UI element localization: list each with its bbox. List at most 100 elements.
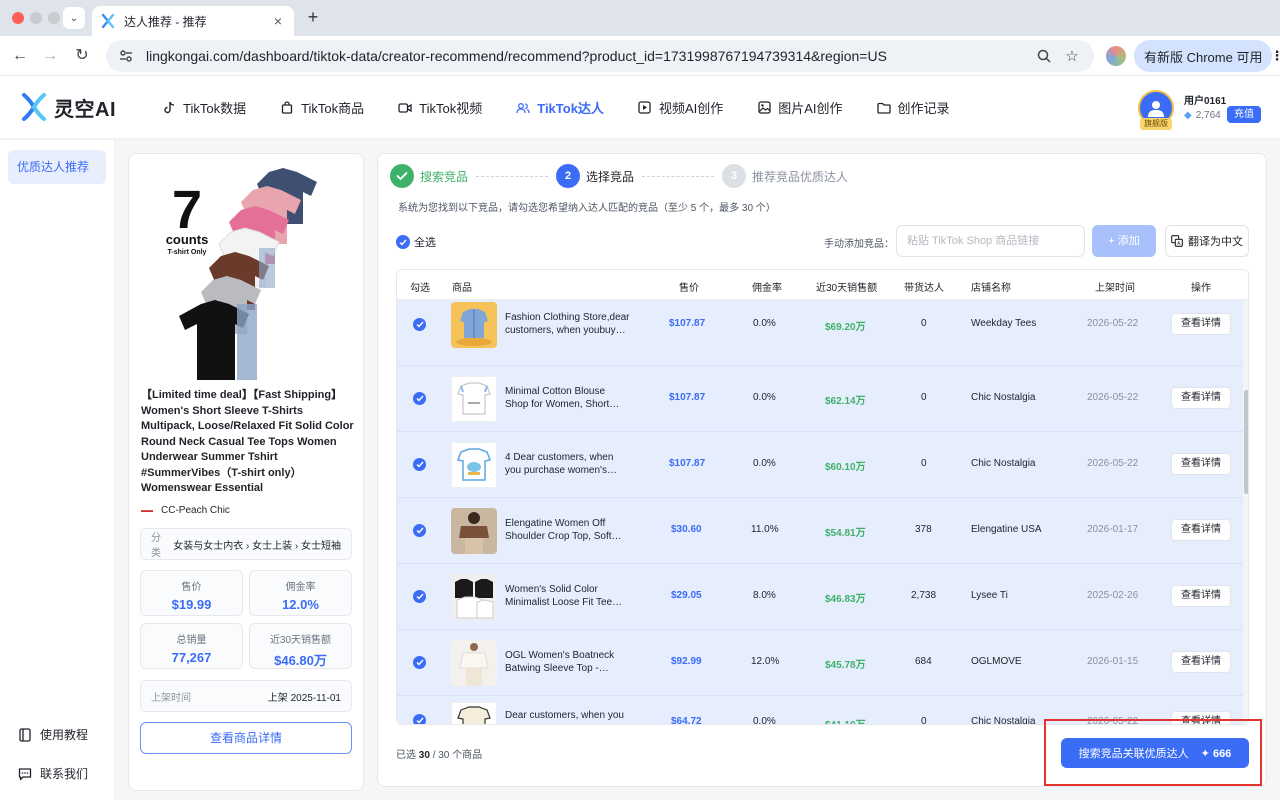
- nav-tiktok-products[interactable]: TikTok商品: [280, 98, 364, 117]
- select-all-checkbox[interactable]: 全选: [396, 234, 436, 250]
- creators-cell: 2,738: [911, 590, 937, 601]
- new-tab-button[interactable]: +: [302, 6, 324, 28]
- product-name[interactable]: Elengatine Women Off Shoulder Crop Top, …: [505, 517, 645, 543]
- app-logo[interactable]: 灵空AI: [20, 92, 116, 122]
- row-checkbox-checked-icon[interactable]: [413, 656, 426, 669]
- reload-icon[interactable]: ↻: [72, 46, 92, 66]
- listed-date-cell: 2026-05-22: [1087, 318, 1139, 329]
- product-name-line-1: Fashion Clothing Store,dear: [505, 312, 630, 323]
- product-thumbnail: [451, 302, 497, 348]
- selected-suffix: / 30 个商品: [432, 750, 483, 761]
- sidebar-link-label: 使用教程: [40, 728, 89, 742]
- product-name[interactable]: OGL Women's Boatneck Batwing Sleeve Top …: [505, 649, 645, 675]
- stat-value: $46.80万: [274, 653, 327, 668]
- browser-tab[interactable]: 达人推荐 - 推荐 ×: [92, 6, 294, 36]
- site-settings-icon[interactable]: [118, 48, 134, 64]
- table-scrollbar[interactable]: [1243, 300, 1248, 724]
- profile-avatar-icon[interactable]: [1106, 46, 1126, 66]
- add-product-button[interactable]: + 添加: [1092, 225, 1156, 257]
- view-product-detail-button[interactable]: 查看商品详情: [140, 722, 352, 754]
- product-thumbnail: [451, 640, 497, 686]
- row-checkbox-checked-icon[interactable]: [413, 392, 426, 405]
- table-row[interactable]: Elengatine Women Off Shoulder Crop Top, …: [397, 498, 1243, 564]
- row-checkbox-checked-icon[interactable]: [413, 318, 426, 331]
- commission-cell: 12.0%: [751, 656, 780, 667]
- translate-button[interactable]: A 翻译为中文: [1165, 225, 1249, 257]
- view-details-button[interactable]: 查看详情: [1171, 585, 1231, 607]
- more-menu-icon[interactable]: ⋮: [1270, 48, 1280, 64]
- sidebar-item-tutorial[interactable]: 使用教程: [18, 726, 88, 743]
- table-row[interactable]: Women's Solid Color Minimalist Loose Fit…: [397, 564, 1243, 630]
- minimize-window-button[interactable]: [30, 12, 42, 24]
- row-checkbox-checked-icon[interactable]: [413, 590, 426, 603]
- product-name[interactable]: Dear customers, when you: [505, 709, 645, 722]
- lingkong-favicon-icon: [101, 13, 115, 29]
- creators-cell: 0: [921, 716, 927, 725]
- product-name-line-1: 4 Dear customers, when: [505, 452, 614, 463]
- nav-tiktok-creators[interactable]: TikTok达人: [516, 98, 604, 117]
- nav-tiktok-data[interactable]: TikTok数据: [162, 98, 246, 117]
- stat-label: 总销量: [176, 635, 207, 646]
- product-thumbnail: [451, 442, 497, 488]
- sidebar-item-contact[interactable]: 联系我们: [18, 765, 88, 782]
- product-name[interactable]: Women's Solid Color Minimalist Loose Fit…: [505, 583, 645, 609]
- url-text[interactable]: lingkongai.com/dashboard/tiktok-data/cre…: [146, 48, 1026, 64]
- tab-search-dropdown-icon[interactable]: ⌄: [63, 7, 85, 29]
- table-row[interactable]: 4 Dear customers, when you purchase wome…: [397, 432, 1243, 498]
- nav-creation-records[interactable]: 创作记录: [876, 98, 950, 117]
- checkbox-checked-icon[interactable]: [396, 235, 410, 249]
- row-checkbox-checked-icon[interactable]: [413, 524, 426, 537]
- tab-close-icon[interactable]: ×: [270, 13, 286, 29]
- product-name[interactable]: Minimal Cotton Blouse Shop for Women, Sh…: [505, 385, 645, 411]
- product-thumbnail: [451, 574, 497, 620]
- product-name[interactable]: Fashion Clothing Store,dear customers, w…: [505, 311, 645, 337]
- product-name-line-2: Minimalist Loose Fit Tee…: [505, 597, 623, 608]
- zoom-icon[interactable]: [1034, 46, 1054, 66]
- product-name-line-1: Minimal Cotton Blouse: [505, 386, 606, 397]
- listed-date-cell: 2025-02-26: [1087, 590, 1139, 601]
- sales-cell: $45.78万: [825, 660, 866, 671]
- close-window-button[interactable]: [12, 12, 24, 24]
- recharge-button[interactable]: 充值: [1227, 106, 1261, 123]
- view-details-button[interactable]: 查看详情: [1171, 313, 1231, 335]
- table-row[interactable]: Minimal Cotton Blouse Shop for Women, Sh…: [397, 366, 1243, 432]
- view-details-button[interactable]: 查看详情: [1171, 519, 1231, 541]
- chrome-update-button[interactable]: 有新版 Chrome 可用 ⋮: [1134, 40, 1280, 72]
- shop-row: ▬▬ CC-Peach Chic: [141, 505, 230, 516]
- product-name[interactable]: 4 Dear customers, when you purchase wome…: [505, 451, 645, 477]
- product-name-line-2: you purchase women's…: [505, 465, 617, 476]
- sidebar-item-creator-recommend[interactable]: 优质达人推荐: [8, 150, 106, 184]
- address-bar[interactable]: lingkongai.com/dashboard/tiktok-data/cre…: [106, 40, 1094, 72]
- table-header: 勾选 商品 售价 佣金率 近30天销售额 带货达人 店铺名称 上架时间 操作: [397, 270, 1248, 300]
- view-details-button[interactable]: 查看详情: [1171, 651, 1231, 673]
- product-thumbnail: [451, 376, 497, 422]
- back-arrow-icon[interactable]: ←: [10, 46, 30, 66]
- view-details-button[interactable]: 查看详情: [1171, 453, 1231, 475]
- nav-image-ai[interactable]: 图片AI创作: [757, 98, 843, 117]
- selected-prefix: 已选: [396, 750, 416, 761]
- table-row[interactable]: OGL Women's Boatneck Batwing Sleeve Top …: [397, 630, 1243, 696]
- product-link-input[interactable]: [896, 225, 1085, 257]
- sales-cell: $41.10万: [825, 716, 866, 724]
- stat-value: 77,267: [171, 650, 212, 665]
- image-icon: [757, 101, 771, 115]
- table-row[interactable]: Fashion Clothing Store,dear customers, w…: [397, 300, 1243, 366]
- price-cell: $107.87: [669, 392, 706, 403]
- nav-video-ai[interactable]: 视频AI创作: [638, 98, 723, 117]
- sales-cell: $54.81万: [825, 528, 866, 539]
- view-details-button[interactable]: 查看详情: [1171, 387, 1231, 409]
- maximize-window-button[interactable]: [48, 12, 60, 24]
- user-name: 用户0161: [1184, 96, 1227, 107]
- forward-arrow-icon[interactable]: →: [40, 46, 60, 66]
- listed-date-cell: 2026-05-22: [1087, 392, 1139, 403]
- bookmark-star-icon[interactable]: ☆: [1062, 46, 1082, 66]
- shop-cell: Chic Nostalgia: [971, 458, 1036, 469]
- stat-label: 售价: [181, 582, 202, 593]
- tab-title: 达人推荐 - 推荐: [124, 14, 207, 29]
- row-checkbox-checked-icon[interactable]: [413, 458, 426, 471]
- row-checkbox-checked-icon[interactable]: [413, 714, 426, 724]
- creators-cell: 0: [921, 318, 927, 329]
- scrollbar-thumb[interactable]: [1244, 390, 1248, 494]
- nav-tiktok-videos[interactable]: TikTok视频: [398, 98, 482, 117]
- stat-30d-revenue: 近30天销售额 $46.80万: [249, 623, 352, 669]
